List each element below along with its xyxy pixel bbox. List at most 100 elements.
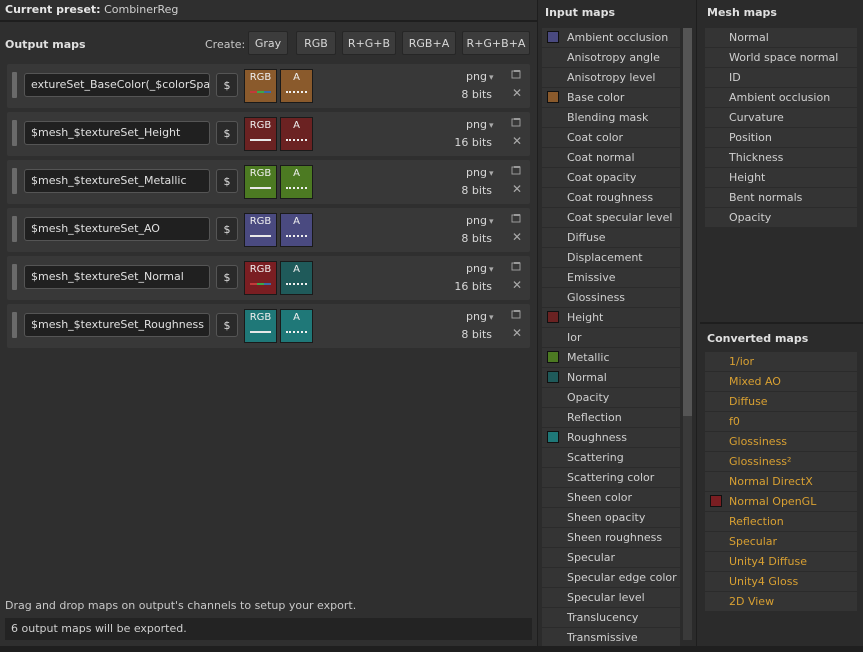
input-map-item[interactable]: Ambient occlusion	[542, 28, 680, 47]
input-map-item[interactable]: Specular	[542, 548, 680, 567]
dollar-button[interactable]: $	[216, 169, 238, 193]
converted-map-item[interactable]: Glossiness	[705, 432, 857, 451]
alpha-channel[interactable]: A	[280, 261, 313, 295]
output-map-row[interactable]: $mesh_$textureSet_Metallic$ RGB Apng 8 bits…	[7, 160, 530, 204]
close-icon[interactable]: ✕	[512, 182, 522, 196]
output-name-field[interactable]: $mesh_$textureSet_Normal	[24, 265, 210, 289]
drag-handle[interactable]	[12, 72, 17, 98]
input-map-item[interactable]: Transmissive	[542, 628, 680, 646]
output-map-row[interactable]: $mesh_$textureSet_Height$ RGB Apng 16 bits ✕	[7, 112, 530, 156]
input-maps-scrollbar[interactable]	[683, 28, 692, 640]
close-icon[interactable]: ✕	[512, 134, 522, 148]
input-map-item[interactable]: Displacement	[542, 248, 680, 267]
converted-map-item[interactable]: Reflection	[705, 512, 857, 531]
output-map-row[interactable]: extureSet_BaseColor(_$colorSpace) $ RGB Apn…	[7, 64, 530, 108]
bit-depth-dropdown[interactable]: 8 bits	[447, 328, 492, 341]
converted-map-item[interactable]: Unity4 Gloss	[705, 572, 857, 591]
input-map-item[interactable]: Metallic	[542, 348, 680, 367]
folder-icon[interactable]	[511, 165, 522, 176]
converted-map-item[interactable]: f0	[705, 412, 857, 431]
close-icon[interactable]: ✕	[512, 278, 522, 292]
mesh-map-item[interactable]: Height	[705, 168, 857, 187]
rgb-channel[interactable]: RGB	[244, 117, 277, 151]
converted-map-item[interactable]: Normal DirectX	[705, 472, 857, 491]
converted-map-item[interactable]: Normal OpenGL	[705, 492, 857, 511]
alpha-channel[interactable]: A	[280, 309, 313, 343]
rgb-channel[interactable]: RGB	[244, 165, 277, 199]
drag-handle[interactable]	[12, 312, 17, 338]
create-rgb-a-button[interactable]: RGB+A	[402, 31, 456, 55]
mesh-map-item[interactable]: Curvature	[705, 108, 857, 127]
mesh-map-item[interactable]: Normal	[705, 28, 857, 47]
converted-map-item[interactable]: Specular	[705, 532, 857, 551]
input-map-item[interactable]: Glossiness	[542, 288, 680, 307]
rgb-channel[interactable]: RGB	[244, 261, 277, 295]
converted-map-item[interactable]: Unity4 Diffuse	[705, 552, 857, 571]
dollar-button[interactable]: $	[216, 121, 238, 145]
mesh-map-item[interactable]: Opacity	[705, 208, 857, 227]
rgb-channel[interactable]: RGB	[244, 213, 277, 247]
input-map-item[interactable]: Base color	[542, 88, 680, 107]
input-map-item[interactable]: Specular edge color	[542, 568, 680, 587]
input-map-item[interactable]: Sheen opacity	[542, 508, 680, 527]
output-map-row[interactable]: $mesh_$textureSet_Normal$ RGB Apng 16 bits ✕	[7, 256, 530, 300]
bit-depth-dropdown[interactable]: 8 bits	[447, 184, 492, 197]
input-map-item[interactable]: Diffuse	[542, 228, 680, 247]
input-map-item[interactable]: Specular level	[542, 588, 680, 607]
input-map-item[interactable]: Coat opacity	[542, 168, 680, 187]
alpha-channel[interactable]: A	[280, 117, 313, 151]
converted-map-item[interactable]: 1/ior	[705, 352, 857, 371]
mesh-map-item[interactable]: Position	[705, 128, 857, 147]
format-dropdown[interactable]: png	[466, 70, 492, 83]
drag-handle[interactable]	[12, 216, 17, 242]
input-map-item[interactable]: Coat color	[542, 128, 680, 147]
output-name-field[interactable]: $mesh_$textureSet_Roughness	[24, 313, 210, 337]
alpha-channel[interactable]: A	[280, 69, 313, 103]
alpha-channel[interactable]: A	[280, 213, 313, 247]
folder-icon[interactable]	[511, 69, 522, 80]
output-map-row[interactable]: $mesh_$textureSet_AO$ RGB Apng 8 bits ✕	[7, 208, 530, 252]
converted-map-item[interactable]: Mixed AO	[705, 372, 857, 391]
mesh-map-item[interactable]: World space normal	[705, 48, 857, 67]
input-map-item[interactable]: Reflection	[542, 408, 680, 427]
bit-depth-dropdown[interactable]: 16 bits	[447, 136, 492, 149]
output-map-row[interactable]: $mesh_$textureSet_Roughness$ RGB Apng 8 bit…	[7, 304, 530, 348]
dollar-button[interactable]: $	[216, 73, 238, 97]
alpha-channel[interactable]: A	[280, 165, 313, 199]
drag-handle[interactable]	[12, 168, 17, 194]
input-map-item[interactable]: Roughness	[542, 428, 680, 447]
drag-handle[interactable]	[12, 264, 17, 290]
create-r-g-b-a-button[interactable]: R+G+B+A	[462, 31, 530, 55]
close-icon[interactable]: ✕	[512, 86, 522, 100]
input-map-item[interactable]: Anisotropy angle	[542, 48, 680, 67]
bit-depth-dropdown[interactable]: 8 bits	[447, 232, 492, 245]
input-map-item[interactable]: Scattering color	[542, 468, 680, 487]
scrollbar-thumb[interactable]	[683, 28, 692, 416]
converted-map-item[interactable]: Diffuse	[705, 392, 857, 411]
dollar-button[interactable]: $	[216, 217, 238, 241]
input-map-item[interactable]: Height	[542, 308, 680, 327]
create-r-g-b-button[interactable]: R+G+B	[342, 31, 396, 55]
dollar-button[interactable]: $	[216, 313, 238, 337]
converted-map-item[interactable]: Glossiness²	[705, 452, 857, 471]
mesh-map-item[interactable]: Bent normals	[705, 188, 857, 207]
create-rgb-button[interactable]: RGB	[296, 31, 336, 55]
folder-icon[interactable]	[511, 213, 522, 224]
output-name-field[interactable]: $mesh_$textureSet_AO	[24, 217, 210, 241]
input-map-item[interactable]: Blending mask	[542, 108, 680, 127]
input-map-item[interactable]: Anisotropy level	[542, 68, 680, 87]
input-map-item[interactable]: Emissive	[542, 268, 680, 287]
input-map-item[interactable]: Sheen color	[542, 488, 680, 507]
bit-depth-dropdown[interactable]: 8 bits	[447, 88, 492, 101]
format-dropdown[interactable]: png	[466, 310, 492, 323]
folder-icon[interactable]	[511, 117, 522, 128]
folder-icon[interactable]	[511, 261, 522, 272]
rgb-channel[interactable]: RGB	[244, 69, 277, 103]
format-dropdown[interactable]: png	[466, 118, 492, 131]
input-map-item[interactable]: Ior	[542, 328, 680, 347]
converted-map-item[interactable]: 2D View	[705, 592, 857, 611]
input-map-item[interactable]: Coat specular level	[542, 208, 680, 227]
dollar-button[interactable]: $	[216, 265, 238, 289]
mesh-map-item[interactable]: Ambient occlusion	[705, 88, 857, 107]
mesh-map-item[interactable]: Thickness	[705, 148, 857, 167]
